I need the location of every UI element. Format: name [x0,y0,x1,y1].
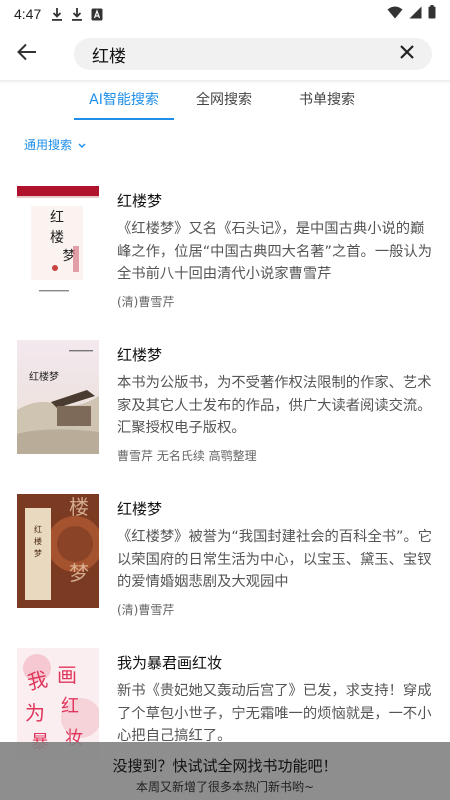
active-tab-indicator [74,118,174,120]
book-title: 红楼梦 [117,346,163,364]
svg-text:为: 为 [25,701,45,725]
book-cover: 红楼梦 [17,340,99,454]
search-input[interactable]: 红楼 [74,38,432,70]
banner-title: 没搜到？快试试全网找书功能吧！ [112,757,338,775]
book-description: 《红楼梦》又名《石头记》，是中国古典小说的巅峰之作，位居“中国古典四大名著”之首… [117,221,433,282]
book-cover: 红 楼 梦 楼 梦 [17,494,99,608]
book-author: (清)曹雪芹 [117,603,175,617]
tab-label: 书单搜索 [299,92,355,108]
status-system [387,5,436,23]
book-title: 我为暴君画红妆 [117,654,223,672]
signal-icon [409,6,422,23]
filter-label: 通用搜索 [24,138,73,152]
book-result-item[interactable]: 红 楼 梦 红楼梦 《红楼梦》又名《石头记》，是中国古典小说的巅峰之作，位居“中… [0,186,450,340]
svg-text:画: 画 [57,663,77,687]
download-icon [71,7,83,21]
tab-label: AI智能搜索 [89,92,159,108]
svg-text:楼: 楼 [34,536,42,546]
status-notifications [51,7,103,21]
chevron-down-icon [78,138,86,152]
header-divider [0,80,450,84]
close-icon [399,44,415,64]
battery-icon [428,5,436,23]
book-title: 红楼梦 [117,500,163,518]
book-result-item[interactable]: 红楼梦 红楼梦 本书为公版书，为不受著作权法限制的作家、艺术家及其它人士发布的作… [0,340,450,494]
search-header: 红楼 [0,28,450,80]
svg-text:梦: 梦 [69,561,89,585]
book-description: 新书《贵妃她又轰动后宫了》已发，求支持！穿成了个草包小世子，宁无霜唯一的烦恼就是… [117,683,432,744]
svg-text:红: 红 [34,524,42,534]
status-bar: 4:47 [0,0,450,28]
svg-text:红: 红 [61,696,79,717]
search-mode-filter[interactable]: 通用搜索 [24,136,86,153]
book-cover: 红 楼 梦 [17,186,99,300]
wifi-icon [387,6,403,23]
download-icon [51,7,63,21]
arrow-left-icon [17,43,37,65]
a-box-icon [91,8,103,21]
search-tabs: AI智能搜索 全网搜索 书单搜索 [0,86,450,120]
book-result-item[interactable]: 红 楼 梦 楼 梦 红楼梦 《红楼梦》被誉为“我国封建社会的百科全书”。它以荣国… [0,494,450,648]
book-description: 《红楼梦》被誉为“我国封建社会的百科全书”。它以荣国府的日常生活为中心，以宝玉、… [117,529,433,590]
book-results-list: 红 楼 梦 红楼梦 《红楼梦》又名《石头记》，是中国古典小说的巅峰之作，位居“中… [0,186,450,800]
banner-subtitle: 本周又新增了很多本热门新书哟~ [135,780,315,794]
status-time: 4:47 [14,6,42,22]
search-query: 红楼 [92,46,126,67]
web-search-promo-banner[interactable]: 没搜到？快试试全网找书功能吧！ 本周又新增了很多本热门新书哟~ [0,742,450,800]
clear-search-button[interactable] [396,43,418,65]
tab-ai-search[interactable]: AI智能搜索 [74,86,174,120]
tab-booklist-search[interactable]: 书单搜索 [285,86,369,120]
svg-text:红: 红 [50,210,64,226]
book-author: 曹雪芹 无名氏续 高鹗整理 [117,449,257,463]
tab-label: 全网搜索 [196,92,252,108]
book-author: (清)曹雪芹 [117,295,175,309]
book-title: 红楼梦 [117,192,163,210]
back-button[interactable] [0,28,54,80]
svg-text:红楼梦: 红楼梦 [29,370,59,383]
svg-text:楼: 楼 [69,495,89,519]
book-description: 本书为公版书，为不受著作权法限制的作家、艺术家及其它人士发布的作品，供广大读者阅… [117,375,432,436]
svg-text:梦: 梦 [34,549,42,558]
tab-web-search[interactable]: 全网搜索 [182,86,266,120]
svg-text:楼: 楼 [50,230,64,246]
